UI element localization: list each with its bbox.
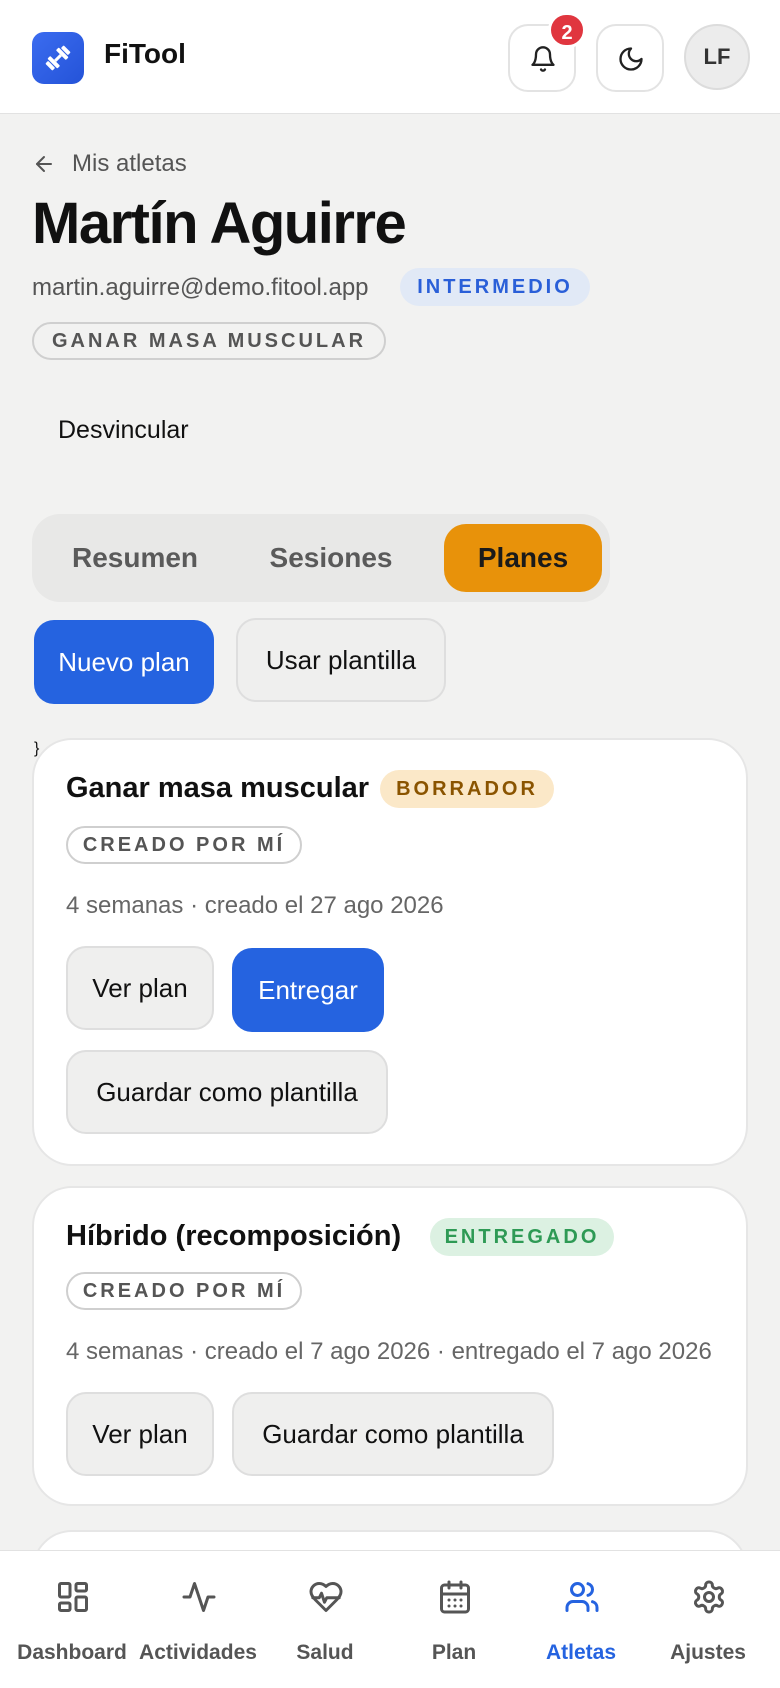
bell-icon xyxy=(531,46,555,72)
plan-meta: 4 semanas · creado el 7 ago 2026 · entre… xyxy=(66,1338,712,1365)
app-header: FiTool 2 LF xyxy=(0,0,780,114)
creator-badge: CREADO POR MÍ xyxy=(66,1272,302,1310)
gear-icon xyxy=(694,1580,724,1614)
status-badge-draft: BORRADOR xyxy=(380,770,554,808)
view-plan-button[interactable]: Ver plan xyxy=(66,1392,214,1476)
plan-meta: 4 semanas · creado el 27 ago 2026 xyxy=(66,892,444,919)
dumbbell-icon xyxy=(45,45,71,71)
deliver-button[interactable]: Entregar xyxy=(232,948,384,1032)
nav-item-dashboard[interactable]: Dashboard xyxy=(7,1551,137,1688)
plan-title: Ganar masa muscular xyxy=(66,772,370,804)
calendar-icon xyxy=(440,1580,470,1614)
save-template-button[interactable]: Guardar como plantilla xyxy=(66,1050,388,1134)
save-template-button[interactable]: Guardar como plantilla xyxy=(232,1392,554,1476)
bottom-nav: Dashboard Actividades Salud Plan Atletas xyxy=(0,1550,780,1688)
creator-badge: CREADO POR MÍ xyxy=(66,826,302,864)
level-badge: INTERMEDIO xyxy=(400,268,590,306)
nav-label: Actividades xyxy=(139,1641,257,1664)
plan-card: Ganar masa muscular BORRADOR CREADO POR … xyxy=(32,738,748,1166)
moon-icon xyxy=(619,47,643,71)
app-name: FiTool xyxy=(104,38,186,69)
tab-resumen[interactable]: Resumen xyxy=(50,524,220,592)
users-icon xyxy=(565,1582,599,1612)
status-badge-delivered: ENTREGADO xyxy=(430,1218,614,1256)
dark-mode-toggle[interactable] xyxy=(596,24,664,92)
nav-label: Salud xyxy=(296,1641,354,1664)
new-plan-button[interactable]: Nuevo plan xyxy=(34,620,214,704)
activity-icon xyxy=(182,1582,216,1612)
goal-badge: GANAR MASA MUSCULAR xyxy=(32,322,386,360)
nav-item-ajustes[interactable]: Ajustes xyxy=(643,1551,773,1688)
heart-icon xyxy=(309,1582,343,1612)
athlete-email: martin.aguirre@demo.fitool.app xyxy=(32,274,369,301)
nav-item-plan[interactable]: Plan xyxy=(389,1551,519,1688)
notification-badge: 2 xyxy=(548,12,586,48)
plan-title: Híbrido (recomposición) xyxy=(66,1220,402,1252)
app-logo[interactable] xyxy=(32,32,84,84)
use-template-button[interactable]: Usar plantilla xyxy=(236,618,446,702)
arrow-left-icon xyxy=(36,156,52,172)
tab-sesiones[interactable]: Sesiones xyxy=(246,524,416,592)
plan-card: Híbrido (recomposición) ENTREGADO CREADO… xyxy=(32,1186,748,1506)
back-link-label: Mis atletas xyxy=(72,150,187,177)
view-plan-button[interactable]: Ver plan xyxy=(66,946,214,1030)
nav-item-salud[interactable]: Salud xyxy=(260,1551,390,1688)
tab-bar: Resumen Sesiones Planes xyxy=(32,514,610,602)
tab-planes[interactable]: Planes xyxy=(444,524,602,592)
unlink-button[interactable]: Desvincular xyxy=(58,416,189,445)
nav-label: Plan xyxy=(431,1641,477,1664)
athlete-name: Martín Aguirre xyxy=(32,191,407,256)
nav-label: Dashboard xyxy=(17,1641,127,1664)
nav-item-actividades[interactable]: Actividades xyxy=(133,1551,263,1688)
nav-label: Ajustes xyxy=(670,1641,746,1664)
dashboard-icon xyxy=(58,1582,88,1612)
nav-label: Atletas xyxy=(545,1641,617,1664)
nav-item-atletas[interactable]: Atletas xyxy=(516,1551,646,1688)
user-avatar[interactable]: LF xyxy=(684,24,750,90)
